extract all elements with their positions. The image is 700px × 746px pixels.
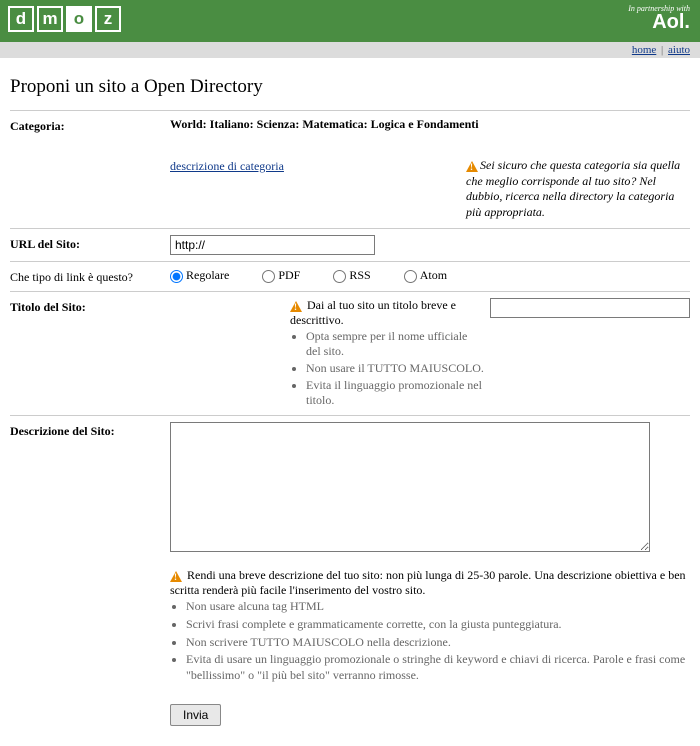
radio-regolare-label[interactable]: Regolare	[170, 268, 229, 282]
list-item: Opta sempre per il nome ufficiale del si…	[306, 328, 484, 360]
description-label: Descrizione del Sito:	[10, 422, 170, 439]
description-block: Rendi una breve descrizione del tuo sito…	[170, 422, 690, 684]
row-description: Descrizione del Sito: Rendi una breve de…	[10, 415, 690, 690]
logo-letter-m: m	[37, 6, 63, 32]
warning-icon	[290, 301, 302, 312]
radio-regolare[interactable]	[170, 270, 183, 283]
radio-pdf-label[interactable]: PDF	[262, 268, 300, 282]
row-url: URL del Sito:	[10, 228, 690, 261]
partner-block: In partnership with Aol.	[628, 4, 690, 31]
radio-rss-text: RSS	[349, 268, 370, 282]
aol-brand: Aol.	[628, 13, 690, 31]
list-item: Non usare il TUTTO MAIUSCOLO.	[306, 360, 484, 377]
row-category-link: descrizione di categoria Sei sicuro che …	[10, 140, 690, 228]
radio-pdf-text: PDF	[278, 268, 300, 282]
category-warning: Sei sicuro che questa categoria sia quel…	[460, 158, 690, 220]
category-description-link[interactable]: descrizione di categoria	[170, 159, 284, 173]
description-tips-list: Non usare alcuna tag HTML Scrivi frasi c…	[170, 598, 690, 684]
logo-letter-z: z	[95, 6, 121, 32]
list-item: Evita il linguaggio promozionale nel tit…	[306, 377, 484, 409]
linktype-label: Che tipo di link è questo?	[10, 268, 170, 285]
nav-aiuto-link[interactable]: aiuto	[668, 44, 690, 56]
description-tips-block: Rendi una breve descrizione del tuo sito…	[170, 568, 690, 684]
submit-button[interactable]: Invia	[170, 704, 221, 726]
title-tips-block: Dai al tuo sito un titolo breve e descri…	[170, 298, 690, 409]
title-lead: Dai al tuo sito un titolo breve e descri…	[290, 298, 484, 328]
radio-pdf[interactable]	[262, 270, 275, 283]
nav-home-link[interactable]: home	[632, 44, 656, 56]
list-item: Scrivi frasi complete e grammaticamente …	[186, 616, 690, 634]
logo-letter-o: o	[66, 6, 92, 32]
linktype-radio-group: Regolare PDF RSS Atom	[170, 268, 690, 283]
category-label: Categoria:	[10, 117, 170, 134]
description-textarea[interactable]	[170, 422, 650, 552]
url-input[interactable]	[170, 235, 375, 255]
nav-bar: home | aiuto	[0, 42, 700, 58]
radio-atom-label[interactable]: Atom	[404, 268, 447, 282]
logo-letter-d: d	[8, 6, 34, 32]
description-lead-text: Rendi una breve descrizione del tuo sito…	[170, 568, 686, 597]
dmoz-logo: d m o z	[8, 6, 121, 32]
warning-icon	[170, 571, 182, 582]
warning-icon	[466, 161, 478, 172]
radio-rss-label[interactable]: RSS	[333, 268, 370, 282]
list-item: Non scrivere TUTTO MAIUSCOLO nella descr…	[186, 634, 690, 652]
page-title: Proponi un sito a Open Directory	[10, 76, 690, 98]
nav-separator: |	[661, 44, 663, 56]
title-input[interactable]	[490, 298, 690, 318]
category-warning-text: Sei sicuro che questa categoria sia quel…	[466, 158, 680, 219]
radio-atom-text: Atom	[420, 268, 447, 282]
row-submit: Invia	[10, 690, 690, 726]
list-item: Evita di usare un linguaggio promozional…	[186, 651, 690, 684]
title-tips-list: Opta sempre per il nome ufficiale del si…	[290, 328, 484, 409]
list-item: Non usare alcuna tag HTML	[186, 598, 690, 616]
description-lead: Rendi una breve descrizione del tuo sito…	[170, 568, 690, 598]
radio-regolare-text: Regolare	[186, 268, 229, 282]
radio-rss[interactable]	[333, 270, 346, 283]
title-label: Titolo del Sito:	[10, 298, 170, 315]
title-lead-text: Dai al tuo sito un titolo breve e descri…	[290, 298, 456, 327]
row-title: Titolo del Sito: Dai al tuo sito un tito…	[10, 291, 690, 415]
row-linktype: Che tipo di link è questo? Regolare PDF …	[10, 261, 690, 291]
url-label: URL del Sito:	[10, 235, 170, 252]
content-area: Proponi un sito a Open Directory Categor…	[0, 58, 700, 746]
header-bar: d m o z In partnership with Aol.	[0, 0, 700, 42]
category-path: World: Italiano: Scienza: Matematica: Lo…	[170, 117, 690, 132]
radio-atom[interactable]	[404, 270, 417, 283]
row-category: Categoria: World: Italiano: Scienza: Mat…	[10, 110, 690, 140]
